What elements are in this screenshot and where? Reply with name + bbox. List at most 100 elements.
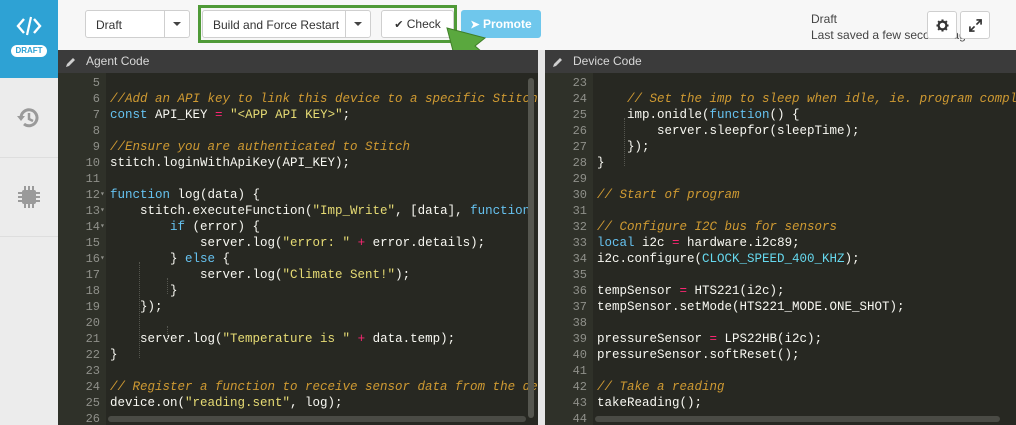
- agent-vertical-scrollbar[interactable]: [528, 78, 534, 418]
- draft-badge: DRAFT: [11, 45, 47, 57]
- code-line[interactable]: 8: [58, 123, 538, 139]
- device-horizontal-scrollbar[interactable]: [595, 416, 1000, 422]
- code-text: device.on("reading.sent", log);: [110, 396, 343, 410]
- line-number: 39: [572, 332, 587, 346]
- code-text: }: [597, 156, 605, 170]
- agent-code-header: Agent Code: [58, 50, 538, 73]
- code-line[interactable]: 32 // Configure I2C bus for sensors: [545, 219, 1016, 235]
- code-line[interactable]: 16 ▾ } else {: [58, 251, 538, 267]
- code-line[interactable]: 41: [545, 363, 1016, 379]
- line-number: 23: [572, 76, 587, 90]
- code-line[interactable]: 24 // Register a function to receive sens…: [58, 379, 538, 395]
- code-line[interactable]: 17 server.log("Climate Sent!");: [58, 267, 538, 283]
- code-line[interactable]: 20: [58, 315, 538, 331]
- agent-code-editor[interactable]: 5 6 //Add an API key to link this device t…: [58, 73, 538, 425]
- code-text: takeReading();: [597, 396, 703, 410]
- code-line[interactable]: 24 // Set the imp to sleep when idle, ie…: [545, 91, 1016, 107]
- line-number: 13: [85, 204, 100, 218]
- code-line[interactable]: 9 //Ensure you are authenticated to Stitc…: [58, 139, 538, 155]
- device-code-title: Device Code: [573, 54, 642, 68]
- code-line[interactable]: 39 pressureSensor = LPS22HB(i2c);: [545, 331, 1016, 347]
- fold-toggle-icon[interactable]: ▾: [100, 203, 105, 219]
- code-line[interactable]: 34 i2c.configure(CLOCK_SPEED_400_KHZ);: [545, 251, 1016, 267]
- code-line[interactable]: 23: [58, 363, 538, 379]
- code-line[interactable]: 12 ▾ function log(data) {: [58, 187, 538, 203]
- code-line[interactable]: 43 takeReading();: [545, 395, 1016, 411]
- code-line[interactable]: 10 stitch.loginWithApiKey(API_KEY);: [58, 155, 538, 171]
- line-number: 31: [572, 204, 587, 218]
- code-line[interactable]: 18 }: [58, 283, 538, 299]
- code-line[interactable]: 13 ▾ stitch.executeFunction("Imp_Write", …: [58, 203, 538, 219]
- line-number: 26: [85, 412, 100, 425]
- code-line[interactable]: 14 ▾ if (error) {: [58, 219, 538, 235]
- code-line[interactable]: 33 local i2c = hardware.i2c89;: [545, 235, 1016, 251]
- device-code-editor[interactable]: 23 24 // Set the imp to sleep when idle, …: [545, 73, 1016, 425]
- fold-toggle-icon[interactable]: ▾: [100, 219, 105, 235]
- fullscreen-button[interactable]: [960, 11, 990, 39]
- draft-code-tab[interactable]: DRAFT: [0, 0, 58, 78]
- code-line[interactable]: 11: [58, 171, 538, 187]
- code-line[interactable]: 19 });: [58, 299, 538, 315]
- code-line[interactable]: 42 // Take a reading: [545, 379, 1016, 395]
- line-number: 12: [85, 188, 100, 202]
- device-button[interactable]: [0, 158, 58, 237]
- pencil-icon: [553, 58, 562, 67]
- code-line[interactable]: 22}: [58, 347, 538, 363]
- code-line[interactable]: 29: [545, 171, 1016, 187]
- code-text: pressureSensor = LPS22HB(i2c);: [597, 332, 823, 346]
- code-line[interactable]: 21 server.log("Temperature is " + data.t…: [58, 331, 538, 347]
- code-line[interactable]: 15 server.log("error: " + error.details)…: [58, 235, 538, 251]
- code-text: //Add an API key to link this device to …: [110, 92, 538, 106]
- code-text: local i2c = hardware.i2c89;: [597, 236, 800, 250]
- code-line[interactable]: 28}: [545, 155, 1016, 171]
- code-line[interactable]: 40 pressureSensor.softReset();: [545, 347, 1016, 363]
- code-line[interactable]: 36 tempSensor = HTS221(i2c);: [545, 283, 1016, 299]
- code-line[interactable]: 37 tempSensor.setMode(HTS221_MODE.ONE_SHO…: [545, 299, 1016, 315]
- code-text: imp.onidle(function() {: [597, 108, 800, 122]
- line-number: 5: [92, 76, 100, 90]
- code-line[interactable]: 5: [58, 75, 538, 91]
- device-code-header: Device Code: [545, 50, 1016, 73]
- code-text: tempSensor.setMode(HTS221_MODE.ONE_SHOT)…: [597, 300, 905, 314]
- fold-toggle-icon[interactable]: ▾: [100, 187, 105, 203]
- history-button[interactable]: [0, 79, 58, 158]
- expand-icon: [969, 19, 982, 32]
- panel-divider[interactable]: [538, 50, 545, 425]
- sidebar: DRAFT: [0, 0, 59, 425]
- code-line[interactable]: 6 //Add an API key to link this device to…: [58, 91, 538, 107]
- code-text: tempSensor = HTS221(i2c);: [597, 284, 785, 298]
- code-text: server.log("error: " + error.details);: [110, 236, 486, 250]
- environment-select[interactable]: Draft: [85, 10, 190, 38]
- code-line[interactable]: 30 // Start of program: [545, 187, 1016, 203]
- code-text: server.log("Temperature is " + data.temp…: [110, 332, 456, 346]
- code-text: i2c.configure(CLOCK_SPEED_400_KHZ);: [597, 252, 860, 266]
- code-line[interactable]: 23: [545, 75, 1016, 91]
- line-number: 29: [572, 172, 587, 186]
- code-line[interactable]: 25 device.on("reading.sent", log);: [58, 395, 538, 411]
- code-text: stitch.executeFunction("Imp_Write", [dat…: [110, 204, 538, 218]
- chevron-down-icon[interactable]: [164, 11, 189, 37]
- code-line[interactable]: 7 const API_KEY = "<APP API KEY>";: [58, 107, 538, 123]
- code-line[interactable]: 27 });: [545, 139, 1016, 155]
- code-text: }: [110, 348, 118, 362]
- line-number: 10: [85, 156, 100, 170]
- code-line[interactable]: 26 server.sleepfor(sleepTime);: [545, 123, 1016, 139]
- code-text: } else {: [110, 252, 231, 266]
- line-number: 20: [85, 316, 100, 330]
- agent-horizontal-scrollbar[interactable]: [108, 416, 526, 422]
- code-text: // Take a reading: [597, 380, 725, 394]
- line-number: 37: [572, 300, 587, 314]
- environment-select-value: Draft: [96, 18, 123, 32]
- code-line[interactable]: 31: [545, 203, 1016, 219]
- code-line[interactable]: 25 imp.onidle(function() {: [545, 107, 1016, 123]
- line-number: 17: [85, 268, 100, 282]
- line-number: 34: [572, 252, 587, 266]
- settings-button[interactable]: [927, 11, 957, 39]
- line-number: 41: [572, 364, 587, 378]
- agent-code-panel: Agent Code 5 6 //Add an API key to link th…: [58, 50, 538, 425]
- line-number: 32: [572, 220, 587, 234]
- code-line[interactable]: 38: [545, 315, 1016, 331]
- fold-toggle-icon[interactable]: ▾: [100, 251, 105, 267]
- code-line[interactable]: 35: [545, 267, 1016, 283]
- line-number: 36: [572, 284, 587, 298]
